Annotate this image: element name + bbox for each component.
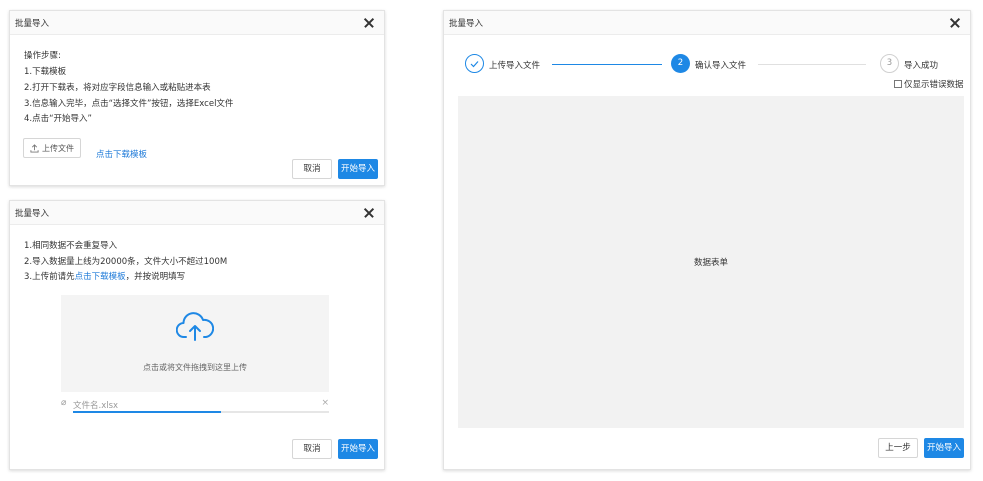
upload-progress-fill xyxy=(73,411,222,413)
dialog-title: 批量导入 xyxy=(15,18,50,29)
step-1-label: 上传导入文件 xyxy=(489,61,541,71)
batch-import-dialog-dropzone: 批量导入 1.相同数据不会重复导入 2.导入数据量上线为20000条，文件大小不… xyxy=(9,200,385,470)
rule-line-1: 1.相同数据不会重复导入 xyxy=(24,241,118,251)
rule-line-3: 3.上传前请先点击下载模板，并按说明填写 xyxy=(24,270,185,282)
upload-file-label: 上传文件 xyxy=(42,143,74,153)
start-import-button[interactable]: 开始导入 xyxy=(924,438,964,458)
download-template-link[interactable]: 点击下载模板 xyxy=(75,272,126,282)
step-done-check-icon xyxy=(465,54,484,73)
step-2-number: 2 xyxy=(671,54,690,73)
dialog-header: 批量导入 xyxy=(10,201,384,225)
dialog-header: 批量导入 xyxy=(10,11,384,35)
download-template-link[interactable]: 点击下载模板 xyxy=(96,148,147,160)
paperclip-icon: ⌀ xyxy=(61,398,67,408)
step-2-label: 确认导入文件 xyxy=(695,61,747,71)
rule-line-2: 2.导入数据量上线为20000条，文件大小不超过100M xyxy=(24,257,228,267)
errors-only-toggle[interactable]: 仅显示错误数据 xyxy=(894,78,964,90)
step-line-3: 3.信息输入完毕，点击“选择文件”按钮，选择Excel文件 xyxy=(24,99,234,109)
step-line-4: 4.点击“开始导入” xyxy=(24,114,92,124)
start-import-button[interactable]: 开始导入 xyxy=(338,439,378,459)
errors-only-label: 仅显示错误数据 xyxy=(904,80,964,90)
errors-only-checkbox[interactable] xyxy=(894,80,902,88)
uploaded-file-row: ⌀ 文件名.xlsx × xyxy=(61,398,329,412)
step-3-number: 3 xyxy=(880,54,899,73)
upload-icon xyxy=(30,143,39,153)
steps-heading: 操作步骤: xyxy=(24,51,61,61)
batch-import-dialog-steps: 批量导入 操作步骤: 1.下载模板 2.打开下载表，将对应字段信息输入或粘贴进本… xyxy=(9,10,385,186)
rule-line-3-suffix: ，并按说明填写 xyxy=(125,272,186,282)
dialog-header: 批量导入 xyxy=(444,11,970,35)
cancel-button[interactable]: 取消 xyxy=(292,159,332,179)
close-icon[interactable] xyxy=(362,206,376,220)
prev-step-button[interactable]: 上一步 xyxy=(878,438,918,458)
step-connector-1 xyxy=(552,64,662,65)
cloud-upload-icon xyxy=(176,312,214,341)
step-line-1: 1.下载模板 xyxy=(24,67,67,77)
cancel-button[interactable]: 取消 xyxy=(292,439,332,459)
upload-file-button[interactable]: 上传文件 xyxy=(23,138,81,158)
data-table-panel: 数据表单 xyxy=(458,96,964,428)
file-name: 文件名.xlsx xyxy=(73,401,119,411)
upload-progress-track xyxy=(73,411,329,413)
start-import-button[interactable]: 开始导入 xyxy=(338,159,378,179)
step-line-2: 2.打开下载表，将对应字段信息输入或粘贴进本表 xyxy=(24,83,211,93)
remove-file-icon[interactable]: × xyxy=(321,398,329,408)
dialog-title: 批量导入 xyxy=(449,18,484,29)
rule-line-3-prefix: 3.上传前请先 xyxy=(24,272,75,282)
close-icon[interactable] xyxy=(362,16,376,30)
data-table-placeholder: 数据表单 xyxy=(693,258,728,268)
batch-import-dialog-confirm: 批量导入 上传导入文件 2 确认导入文件 3 导入成功 仅显示错误数据 数据表单… xyxy=(443,10,971,470)
dialog-title: 批量导入 xyxy=(15,208,50,219)
step-connector-2 xyxy=(758,64,866,65)
step-3-label: 导入成功 xyxy=(904,61,939,71)
dropzone-hint: 点击或将文件拖拽到这里上传 xyxy=(143,363,247,372)
upload-dropzone[interactable]: 点击或将文件拖拽到这里上传 xyxy=(61,295,329,392)
close-icon[interactable] xyxy=(948,16,962,30)
